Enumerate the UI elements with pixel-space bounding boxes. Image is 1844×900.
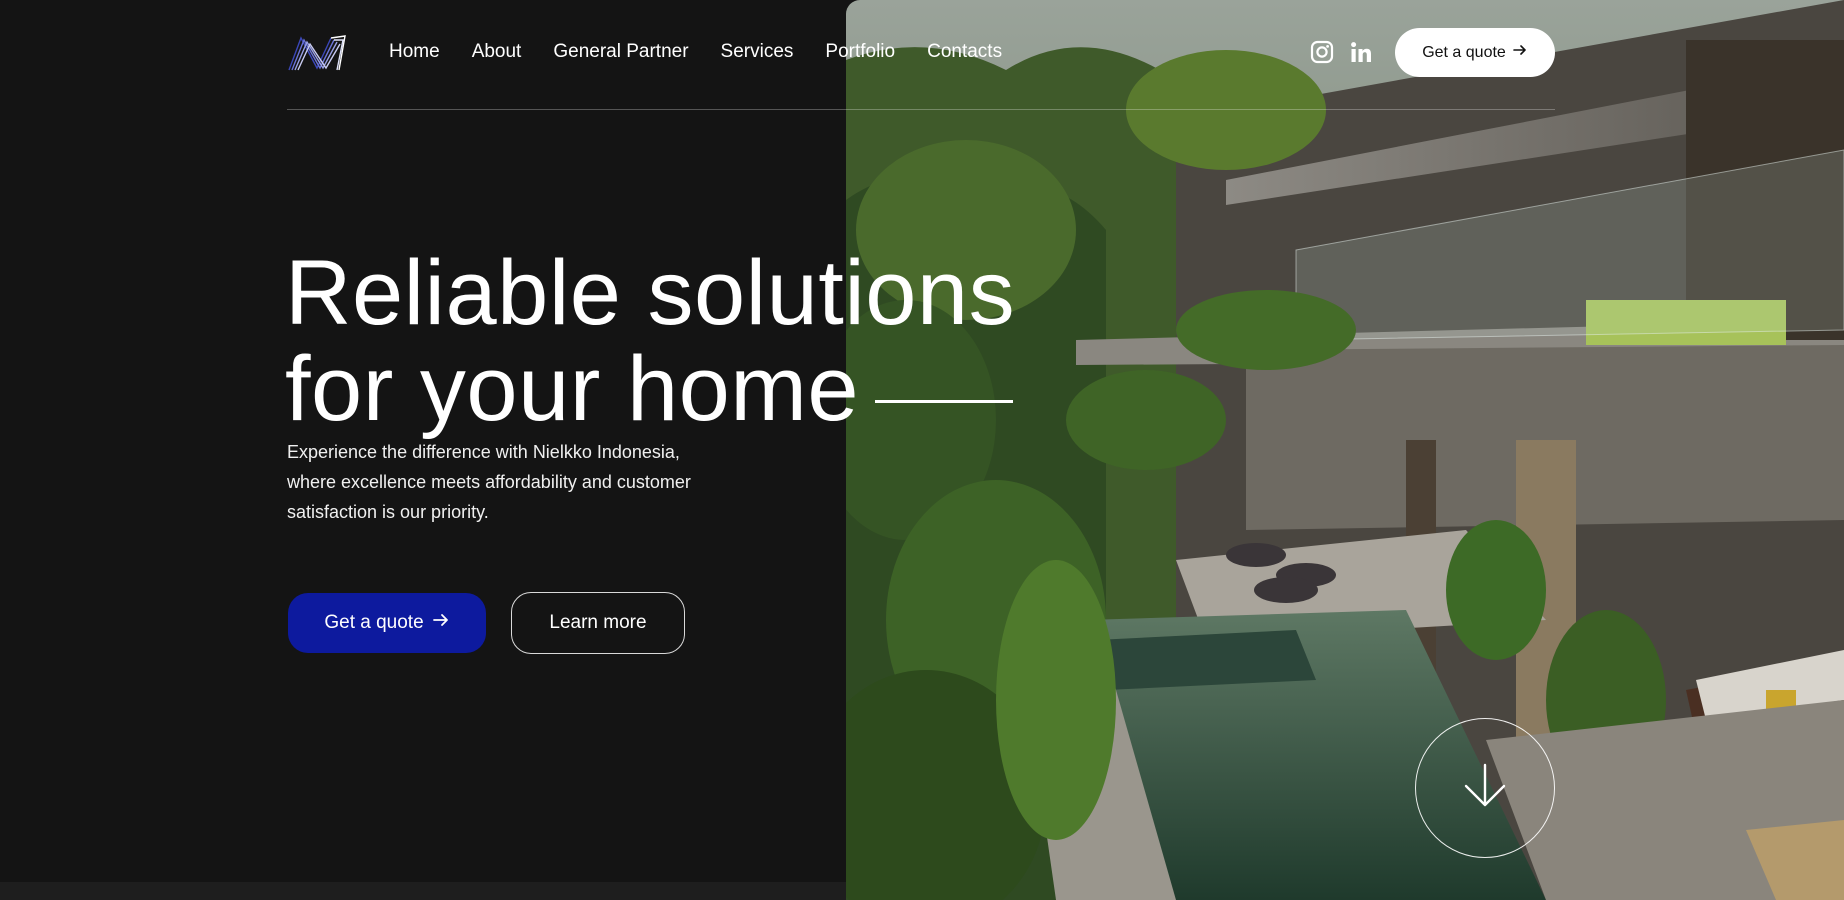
get-quote-button[interactable]: Get a quote <box>288 593 486 653</box>
main-nav: Home About General Partner Services Port… <box>389 38 1002 66</box>
linkedin-icon[interactable] <box>1349 40 1373 64</box>
nav-get-quote-label: Get a quote <box>1422 43 1506 61</box>
nav-portfolio[interactable]: Portfolio <box>825 38 895 66</box>
arrow-down-icon <box>1462 761 1508 816</box>
nav-home[interactable]: Home <box>389 38 440 66</box>
hero-headline: Reliable solutions for your home <box>285 245 1015 437</box>
nav-general-partner[interactable]: General Partner <box>553 38 688 66</box>
nav-about[interactable]: About <box>472 38 522 66</box>
hero-image <box>846 0 1844 900</box>
arrow-right-icon <box>432 611 450 635</box>
nav-contacts[interactable]: Contacts <box>927 38 1002 66</box>
nav-services[interactable]: Services <box>721 38 794 66</box>
hero-subtext: Experience the difference with Nielkko I… <box>287 442 691 522</box>
brand-logo-icon[interactable] <box>287 34 349 72</box>
scroll-down-button[interactable] <box>1415 718 1555 858</box>
headline-rule <box>875 400 1014 404</box>
bottom-strip <box>0 882 846 900</box>
top-navbar: Home About General Partner Services Port… <box>0 0 1844 110</box>
headline-line-2-text: for your home <box>285 338 860 440</box>
instagram-icon[interactable] <box>1310 40 1334 64</box>
arrow-right-icon <box>1512 42 1528 63</box>
nav-get-quote-button[interactable]: Get a quote <box>1395 28 1555 77</box>
headline-line-1: Reliable solutions <box>285 242 1016 344</box>
headline-line-2: for your home <box>285 341 1015 437</box>
get-quote-label: Get a quote <box>324 612 424 633</box>
learn-more-button[interactable]: Learn more <box>511 592 685 654</box>
nav-divider <box>287 109 1555 110</box>
